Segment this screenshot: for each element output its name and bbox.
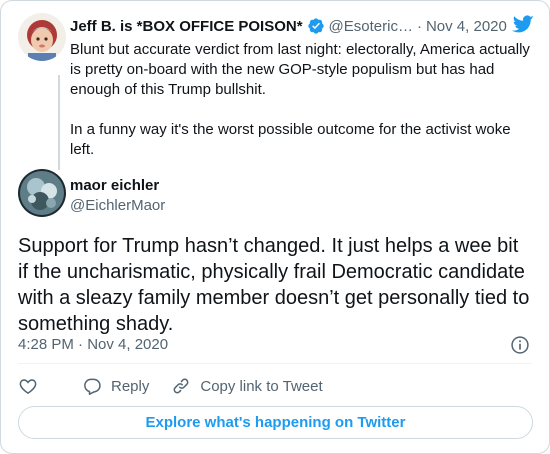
divider bbox=[18, 363, 532, 364]
parent-display-name[interactable]: Jeff B. is *BOX OFFICE POISON* bbox=[70, 18, 303, 35]
author-display-name[interactable]: maor eichler bbox=[70, 177, 159, 194]
speech-bubble-icon bbox=[84, 378, 101, 395]
reply-label: Reply bbox=[111, 377, 150, 395]
info-icon[interactable] bbox=[510, 335, 530, 355]
explore-button[interactable]: Explore what's happening on Twitter bbox=[18, 406, 533, 439]
parent-tweet-text: Blunt but accurate verdict from last nig… bbox=[70, 41, 530, 158]
reply-button[interactable]: Reply bbox=[82, 376, 149, 396]
parent-date[interactable]: Nov 4, 2020 bbox=[426, 18, 507, 35]
heart-icon bbox=[19, 379, 37, 394]
like-button[interactable] bbox=[18, 376, 38, 396]
parent-avatar[interactable] bbox=[18, 13, 66, 61]
copy-link-label: Copy link to Tweet bbox=[200, 377, 323, 395]
tweet-text: Support for Trump hasn’t changed. It jus… bbox=[18, 235, 530, 335]
author-avatar[interactable] bbox=[18, 169, 66, 217]
verified-badge-icon bbox=[307, 18, 324, 34]
twitter-bird-icon[interactable] bbox=[511, 13, 535, 35]
tweet-timestamp[interactable]: 4:28 PM · Nov 4, 2020 bbox=[18, 336, 168, 353]
thread-line bbox=[58, 75, 60, 170]
author-handle[interactable]: @EichlerMaor bbox=[70, 197, 165, 214]
link-icon bbox=[173, 378, 189, 394]
tweet-actions: Reply Copy link to Tweet bbox=[18, 374, 345, 398]
parent-header: Jeff B. is *BOX OFFICE POISON* @Esoteric… bbox=[70, 16, 530, 36]
copy-link-button[interactable]: Copy link to Tweet bbox=[171, 376, 323, 396]
embedded-tweet-card: Jeff B. is *BOX OFFICE POISON* @Esoteric… bbox=[0, 0, 550, 454]
parent-handle[interactable]: @Esoteric… bbox=[329, 18, 413, 35]
header-separator: · bbox=[416, 17, 422, 35]
